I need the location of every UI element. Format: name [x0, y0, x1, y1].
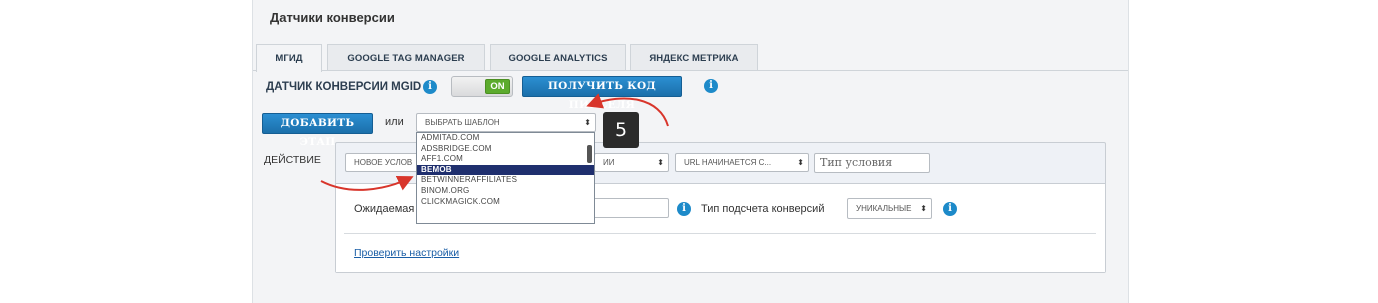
select-arrows-icon: ⬍: [584, 118, 591, 127]
condition-select[interactable]: НОВОЕ УСЛОВ: [345, 153, 425, 172]
select-arrows-icon: ⬍: [920, 204, 927, 213]
condition-type-input[interactable]: Тип условия: [814, 153, 930, 173]
tab-yandex-metrika[interactable]: ЯНДЕКС МЕТРИКА: [630, 44, 758, 71]
tab-google-tag-manager[interactable]: GOOGLE TAG MANAGER: [327, 44, 485, 71]
dropdown-option[interactable]: ADMITAD.COM: [417, 133, 594, 144]
tab-google-analytics[interactable]: GOOGLE ANALYTICS: [490, 44, 626, 71]
action-label: ДЕЙСТВИЕ: [264, 154, 321, 166]
dropdown-scrollbar[interactable]: [587, 145, 592, 163]
dropdown-option[interactable]: BINOM.ORG: [417, 186, 594, 197]
info-icon[interactable]: i: [704, 79, 718, 93]
add-stage-button[interactable]: ДОБАВИТЬ ЭТАП: [262, 113, 373, 148]
url-condition-select[interactable]: URL НАЧИНАЕТСЯ С... ⬍: [675, 153, 809, 172]
info-icon[interactable]: i: [943, 202, 957, 216]
second-select[interactable]: ИИ ⬍: [594, 153, 669, 172]
count-type-value: УНИКАЛЬНЫЕ: [856, 204, 912, 213]
settings-divider: [344, 233, 1096, 234]
dropdown-option[interactable]: CLICKMAGICK.COM: [417, 197, 594, 208]
info-icon[interactable]: i: [423, 80, 437, 94]
toggle-on-indicator: ON: [485, 79, 510, 94]
tabs-divider: [253, 70, 1128, 71]
template-select[interactable]: ВЫБРАТЬ ШАБЛОН ⬍: [416, 113, 596, 132]
step-number-badge: 5: [603, 112, 639, 148]
get-pixel-code-button[interactable]: ПОЛУЧИТЬ КОД ПИКСЕЛЯ: [522, 76, 682, 111]
second-select-value: ИИ: [603, 158, 615, 167]
condition-select-value: НОВОЕ УСЛОВ: [354, 158, 413, 167]
template-select-value: ВЫБРАТЬ ШАБЛОН: [425, 118, 500, 127]
expected-label: Ожидаемая: [354, 203, 415, 215]
template-dropdown-list[interactable]: ADMITAD.COM ADSBRIDGE.COM AFF1.COM BEMOB…: [416, 132, 595, 224]
sensor-toggle[interactable]: ON: [451, 76, 513, 97]
tab-mgid[interactable]: МГИД: [256, 44, 322, 72]
dropdown-option-selected[interactable]: BEMOB: [417, 164, 594, 176]
dropdown-option[interactable]: AFF1.COM: [417, 154, 594, 165]
count-type-label: Тип подсчета конверсий: [701, 203, 825, 215]
check-settings-link[interactable]: Проверить настройки: [354, 247, 459, 259]
select-arrows-icon: ⬍: [797, 158, 804, 167]
section-title: Датчики конверсии: [270, 10, 395, 25]
mgid-sensor-label: ДАТЧИК КОНВЕРСИИ MGID: [266, 81, 422, 93]
expected-value-input[interactable]: [592, 198, 669, 218]
url-select-value: URL НАЧИНАЕТСЯ С...: [684, 158, 772, 167]
count-type-select[interactable]: УНИКАЛЬНЫЕ ⬍: [847, 198, 932, 219]
dropdown-option[interactable]: ADSBRIDGE.COM: [417, 144, 594, 155]
select-arrows-icon: ⬍: [657, 158, 664, 167]
or-label: или: [385, 116, 404, 128]
dropdown-option[interactable]: BETWINNERAFFILIATES: [417, 175, 594, 186]
info-icon[interactable]: i: [677, 202, 691, 216]
